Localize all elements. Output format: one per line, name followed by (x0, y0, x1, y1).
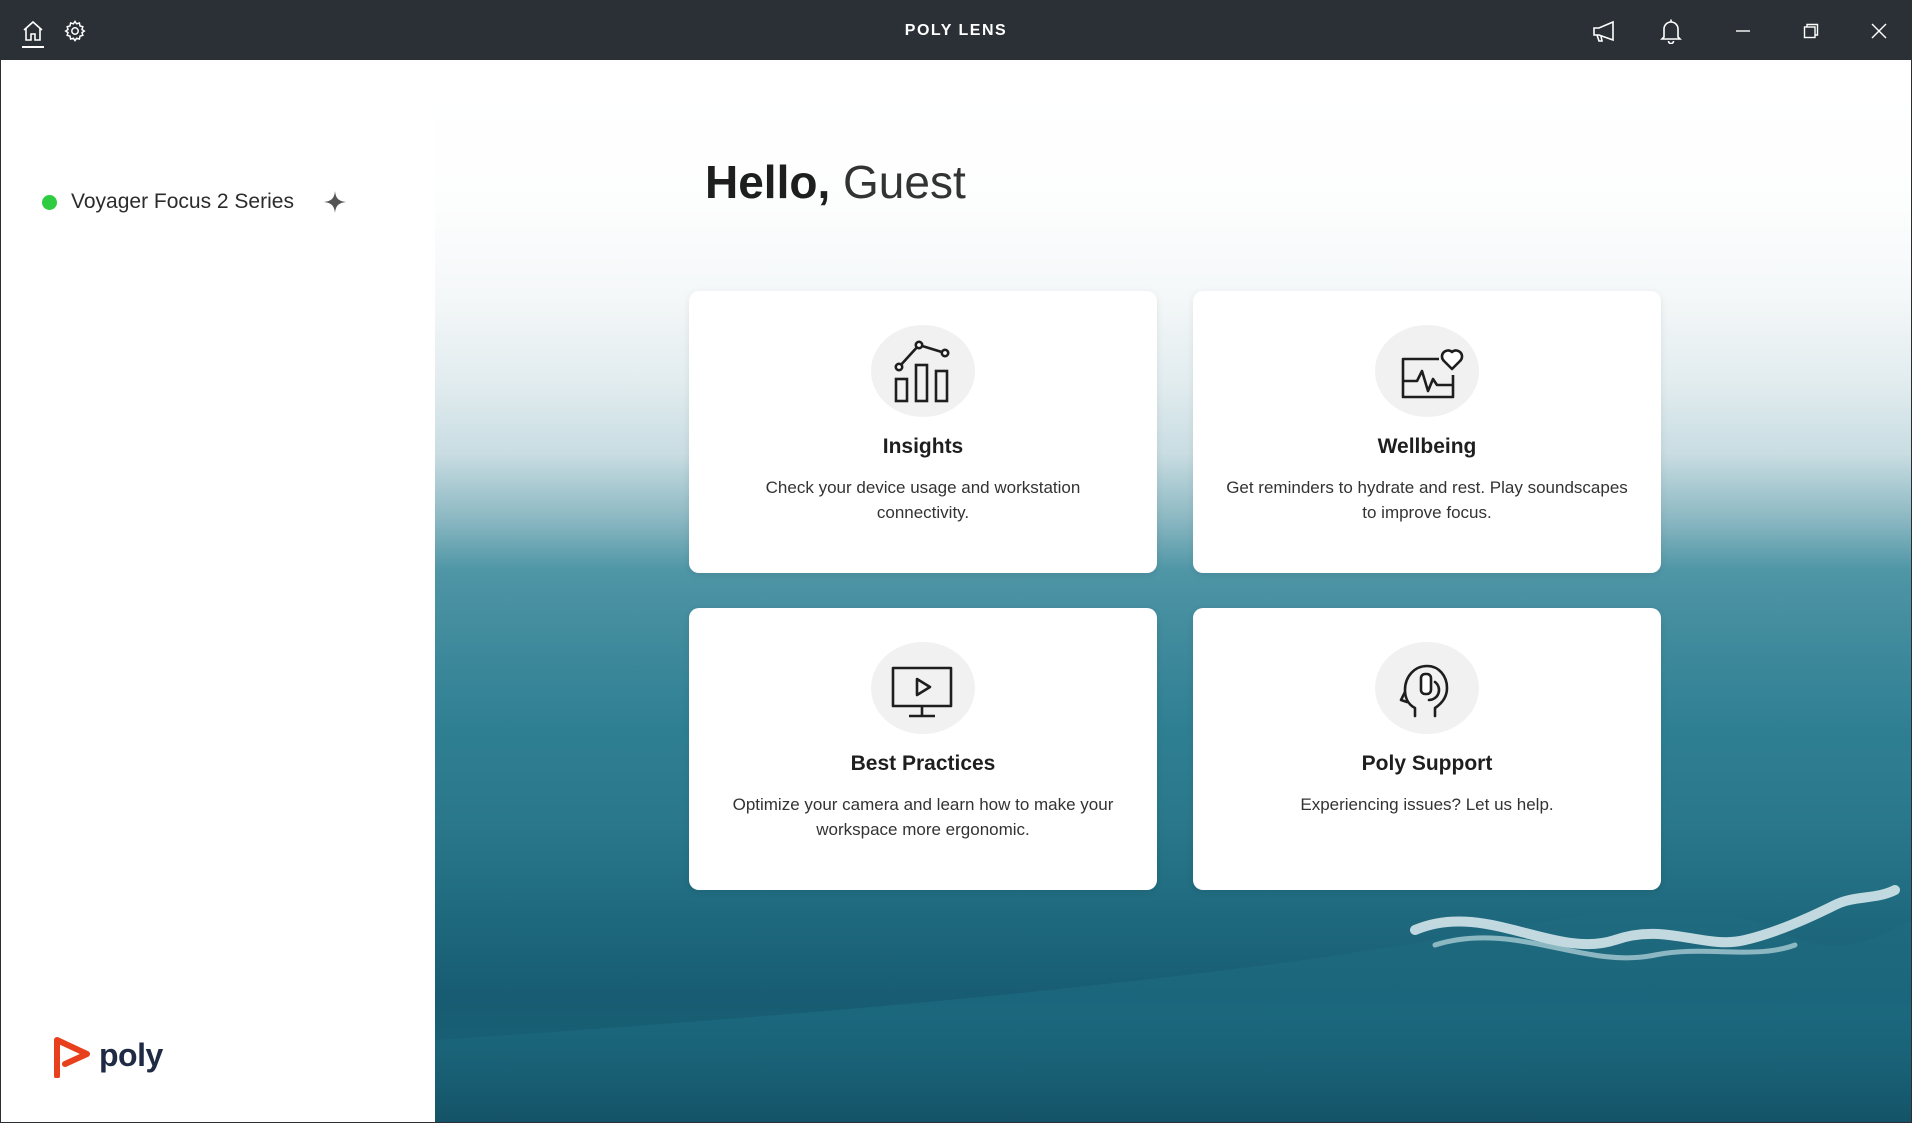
poly-support-card[interactable]: Poly Support Experiencing issues? Let us… (1193, 608, 1661, 890)
best-practices-card[interactable]: Best Practices Optimize your camera and … (689, 608, 1157, 890)
device-item-voyager-focus-2[interactable]: Voyager Focus 2 Series (31, 180, 371, 224)
video-monitor-icon (871, 642, 975, 734)
bell-icon (1660, 19, 1682, 44)
greeting-name: Guest (843, 156, 966, 208)
chart-icon (871, 325, 975, 417)
main-content: Hello, Guest Insights Check your device … (435, 60, 1911, 1122)
card-title: Best Practices (850, 752, 996, 775)
close-button[interactable] (1857, 1, 1901, 60)
settings-button[interactable] (53, 1, 97, 60)
ocean-background (435, 60, 1911, 1122)
device-name: Voyager Focus 2 Series (71, 190, 294, 213)
headset-support-icon (1375, 642, 1479, 734)
heart-monitor-icon (1375, 325, 1479, 417)
card-description: Check your device usage and workstation … (765, 478, 1081, 522)
device-sidebar: Voyager Focus 2 Series poly (1, 60, 435, 1122)
card-description: Experiencing issues? Let us help. (1300, 795, 1554, 814)
home-icon (23, 20, 43, 41)
announcements-button[interactable] (1581, 1, 1625, 60)
wellbeing-card[interactable]: Wellbeing Get reminders to hydrate and r… (1193, 291, 1661, 573)
card-title: Poly Support (1361, 752, 1493, 775)
sparkle-icon[interactable] (323, 190, 347, 214)
poly-logo-icon (54, 1037, 90, 1078)
close-icon (1871, 23, 1887, 38)
poly-logo: poly (51, 1030, 163, 1080)
minimize-icon (1736, 29, 1750, 32)
gear-icon (64, 19, 86, 42)
logo-text: poly (99, 1036, 163, 1073)
card-description: Optimize your camera and learn how to ma… (732, 795, 1114, 839)
notifications-button[interactable] (1649, 1, 1693, 60)
greeting: Hello, Guest (705, 155, 966, 209)
restore-icon (1803, 23, 1819, 38)
minimize-button[interactable] (1721, 1, 1765, 60)
card-description: Get reminders to hydrate and rest. Play … (1226, 478, 1628, 522)
megaphone-icon (1593, 20, 1614, 42)
home-button[interactable] (11, 1, 55, 60)
title-bar: POLY LENS (1, 1, 1911, 60)
maximize-button[interactable] (1789, 1, 1833, 60)
status-dot (42, 194, 57, 210)
app-window: POLY LENS Voyager Focus 2 Series poly He… (0, 0, 1912, 1123)
greeting-hello: Hello, (705, 156, 831, 208)
card-title: Insights (882, 435, 964, 458)
card-title: Wellbeing (1377, 435, 1477, 458)
insights-card[interactable]: Insights Check your device usage and wor… (689, 291, 1157, 573)
